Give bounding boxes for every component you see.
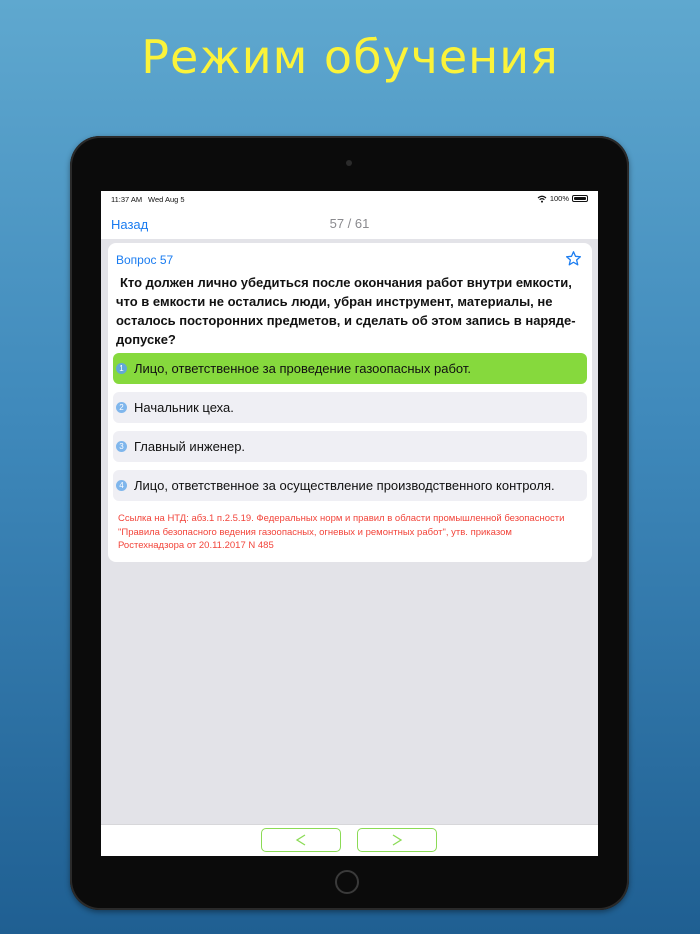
status-time: 11:37 AM	[111, 195, 143, 204]
home-button[interactable]	[335, 870, 359, 894]
answer-number: 1	[116, 363, 127, 374]
ipad-frame: 11:37 AM Wed Aug 5 100% 57 / 61 Назад Во…	[70, 136, 629, 910]
answer-number: 2	[116, 402, 127, 413]
prev-button[interactable]	[261, 828, 341, 852]
chevron-left-icon	[295, 834, 306, 846]
next-button[interactable]	[357, 828, 437, 852]
nav-bar: 57 / 61 Назад	[101, 209, 598, 239]
answer-text: Лицо, ответственное за проведение газооп…	[134, 361, 471, 376]
answer-text: Начальник цеха.	[134, 400, 234, 415]
promo-title: Режим обучения	[141, 30, 559, 84]
answer-text: Главный инженер.	[134, 439, 246, 454]
battery-percent: 100%	[549, 194, 569, 203]
answer-number: 3	[116, 441, 127, 452]
bottom-toolbar	[101, 824, 598, 856]
back-button[interactable]: Назад	[111, 217, 148, 232]
battery-icon	[572, 195, 588, 202]
star-icon[interactable]	[565, 250, 582, 267]
answer-text: Лицо, ответственное за осуществление про…	[134, 478, 555, 493]
answer-option-3[interactable]: 3 Главный инженер.	[113, 431, 587, 462]
question-text: Кто должен лично убедиться после окончан…	[116, 275, 576, 347]
question-label: Вопрос 57	[116, 253, 174, 267]
answer-option-1[interactable]: 1 Лицо, ответственное за проведение газо…	[113, 353, 587, 384]
question-counter: 57 / 61	[329, 216, 370, 231]
chevron-right-icon	[392, 834, 403, 846]
question-card: Вопрос 57 Кто должен лично убедиться пос…	[108, 243, 592, 562]
wifi-icon	[537, 195, 547, 203]
answer-option-2[interactable]: 2 Начальник цеха.	[113, 392, 587, 423]
status-right: 100%	[537, 194, 588, 203]
answer-option-4[interactable]: 4 Лицо, ответственное за осуществление п…	[113, 470, 587, 501]
camera-dot	[346, 160, 352, 166]
status-date: Wed Aug 5	[148, 195, 185, 204]
answer-number: 4	[116, 480, 127, 491]
status-bar: 11:37 AM Wed Aug 5 100%	[101, 191, 598, 209]
reference-text: Ссылка на НТД: абз.1 п.2.5.19. Федеральн…	[118, 513, 565, 551]
app-screen: 11:37 AM Wed Aug 5 100% 57 / 61 Назад Во…	[101, 191, 598, 856]
